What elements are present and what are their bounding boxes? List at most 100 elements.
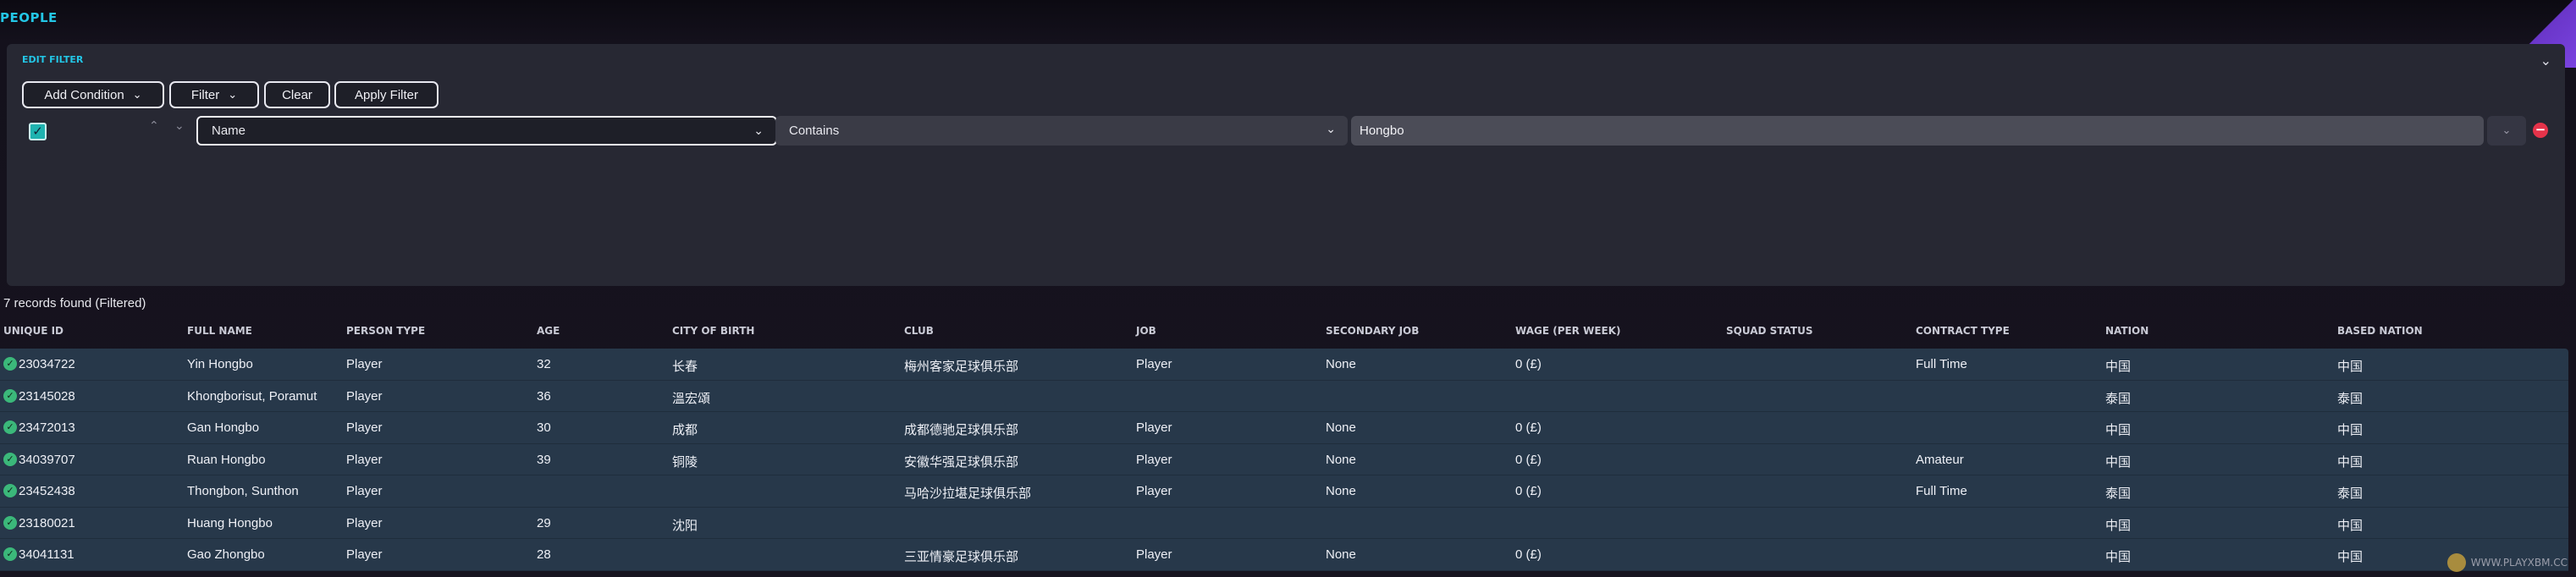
- column-header[interactable]: SQUAD STATUS: [1726, 325, 1812, 337]
- contract-type-cell: Full Time: [1916, 484, 1967, 498]
- clear-label: Clear: [282, 87, 312, 102]
- secondary-job-cell: None: [1326, 484, 1356, 498]
- full-name-cell[interactable]: Ruan Hongbo: [187, 453, 266, 467]
- club-cell[interactable]: 梅州客家足球俱乐部: [904, 357, 1018, 375]
- person-type-cell: Player: [346, 452, 383, 467]
- nation-cell: 中国: [2105, 550, 2132, 564]
- nation-cell: 中国: [2105, 518, 2132, 533]
- chevron-down-icon: ⌄: [132, 88, 142, 101]
- age-cell: 36: [537, 388, 551, 404]
- column-header[interactable]: WAGE (PER WEEK): [1515, 325, 1621, 337]
- club-cell[interactable]: 三亚情豪足球俱乐部: [904, 547, 1018, 565]
- wage-cell: 0 (£): [1515, 452, 1542, 467]
- person-type-cell: Player: [346, 420, 383, 435]
- nation-cell: 泰国: [2105, 391, 2132, 406]
- condition-field-select[interactable]: Name ⌄: [196, 116, 777, 146]
- nation-cell: 泰国: [2105, 486, 2132, 501]
- column-header[interactable]: FULL NAME: [187, 325, 252, 337]
- wage-cell: 0 (£): [1515, 357, 1542, 371]
- filter-panel-title: EDIT FILTER: [22, 54, 84, 65]
- full-name-cell[interactable]: Huang Hongbo: [187, 516, 273, 530]
- page-title: PEOPLE: [0, 10, 58, 25]
- column-header[interactable]: CITY OF BIRTH: [672, 325, 754, 337]
- status-check-icon: ✓: [3, 484, 17, 497]
- club-cell[interactable]: 成都德驰足球俱乐部: [904, 420, 1018, 438]
- table-row[interactable]: ✓ 34039707 Ruan Hongbo Player 39 铜陵 安徽华强足球俱乐部 P…: [0, 443, 2568, 475]
- unique-id-cell: 34041131: [19, 547, 74, 562]
- city-of-birth-cell: 铜陵: [672, 454, 698, 470]
- based-nation-cell: 中国: [2337, 550, 2364, 564]
- table-row[interactable]: ✓ 34041131 Gao Zhongbo Player 28 三亚情豪足球俱乐部 Pla…: [0, 539, 2568, 571]
- person-type-cell: Player: [346, 547, 383, 562]
- nation-cell: 中国: [2105, 423, 2132, 437]
- column-header[interactable]: CONTRACT TYPE: [1916, 325, 2010, 337]
- edit-filter-panel: EDIT FILTER ⌄ Add Condition ⌄ Filter ⌄ C…: [7, 44, 2565, 286]
- unique-id-cell: 23145028: [19, 388, 75, 404]
- based-nation-cell: 中国: [2337, 423, 2364, 437]
- full-name-cell[interactable]: Thongbon, Sunthon: [187, 484, 299, 498]
- age-cell: 28: [537, 547, 551, 562]
- club-cell[interactable]: 马哈沙拉堪足球俱乐部: [904, 484, 1031, 502]
- column-header[interactable]: PERSON TYPE: [346, 325, 425, 337]
- remove-condition-icon[interactable]: −: [2533, 123, 2548, 138]
- table-row[interactable]: ✓ 23145028 Khongborisut, Poramut Player 36 溫宏…: [0, 380, 2568, 412]
- job-cell: Player: [1136, 452, 1172, 467]
- filter-condition-row: ✓ ⌃ ⌄ Name ⌄ Contains ⌄ Hongbo ⌄ −: [7, 113, 2565, 146]
- unique-id-cell: 23034722: [19, 357, 75, 371]
- status-check-icon: ✓: [3, 357, 17, 371]
- condition-operator-value: Contains: [789, 124, 840, 138]
- condition-options-button[interactable]: ⌄: [2487, 116, 2526, 146]
- watermark-text: WWW.PLAYXBM.CC: [2470, 557, 2568, 569]
- people-table: ✓ 23034722 Yin Hongbo Player 32 长春 梅州客家足球俱乐部 Pl…: [0, 349, 2568, 571]
- city-of-birth-cell: 成都: [672, 423, 698, 437]
- column-header[interactable]: NATION: [2105, 325, 2149, 337]
- wage-cell: 0 (£): [1515, 420, 1542, 435]
- records-count: 7 records found (Filtered): [3, 296, 146, 310]
- apply-filter-button[interactable]: Apply Filter: [334, 81, 439, 108]
- column-header[interactable]: CLUB: [904, 325, 934, 337]
- status-check-icon: ✓: [3, 547, 17, 561]
- based-nation-cell: 中国: [2337, 454, 2364, 470]
- move-up-icon[interactable]: ⌃: [149, 119, 159, 133]
- table-row[interactable]: ✓ 23034722 Yin Hongbo Player 32 长春 梅州客家足球俱乐部 Pl…: [0, 349, 2568, 381]
- table-row[interactable]: ✓ 23180021 Huang Hongbo Player 29 沈阳 中国 中国: [0, 507, 2568, 539]
- watermark-logo: [2446, 553, 2466, 572]
- filter-dropdown-button[interactable]: Filter ⌄: [169, 81, 259, 108]
- contract-type-cell: Full Time: [1916, 357, 1967, 371]
- person-type-cell: Player: [346, 484, 383, 498]
- column-header[interactable]: UNIQUE ID: [3, 325, 63, 337]
- chevron-down-icon: ⌄: [1326, 122, 1336, 135]
- chevron-down-icon[interactable]: ⌄: [2540, 52, 2551, 69]
- club-cell[interactable]: 安徽华强足球俱乐部: [904, 453, 1018, 470]
- based-nation-cell: 中国: [2337, 518, 2364, 533]
- unique-id-cell: 23472013: [19, 420, 75, 435]
- condition-value-input[interactable]: Hongbo: [1351, 116, 2484, 146]
- secondary-job-cell: None: [1326, 420, 1356, 435]
- table-row[interactable]: ✓ 23452438 Thongbon, Sunthon Player 马哈沙拉堪足球俱…: [0, 475, 2568, 508]
- column-header[interactable]: JOB: [1136, 325, 1156, 337]
- move-down-icon[interactable]: ⌄: [174, 119, 185, 133]
- watermark: WWW.PLAYXBM.CC: [2446, 553, 2568, 572]
- full-name-cell[interactable]: Gao Zhongbo: [187, 547, 265, 562]
- status-check-icon: ✓: [3, 452, 17, 466]
- add-condition-label: Add Condition: [44, 87, 124, 102]
- age-cell: 30: [537, 420, 551, 435]
- add-condition-button[interactable]: Add Condition ⌄: [22, 81, 164, 108]
- person-type-cell: Player: [346, 388, 383, 404]
- based-nation-cell: 泰国: [2337, 486, 2364, 501]
- age-cell: 32: [537, 357, 551, 371]
- table-row[interactable]: ✓ 23472013 Gan Hongbo Player 30 成都 成都德驰足球俱乐部 Pl…: [0, 412, 2568, 444]
- column-header[interactable]: SECONDARY JOB: [1326, 325, 1419, 337]
- column-header[interactable]: BASED NATION: [2337, 325, 2423, 337]
- condition-enabled-checkbox[interactable]: ✓: [29, 123, 47, 140]
- full-name-cell[interactable]: Yin Hongbo: [187, 357, 253, 371]
- column-header[interactable]: AGE: [537, 325, 560, 337]
- job-cell: Player: [1136, 484, 1172, 498]
- full-name-cell[interactable]: Gan Hongbo: [187, 420, 259, 435]
- person-type-cell: Player: [346, 515, 383, 530]
- full-name-cell[interactable]: Khongborisut, Poramut: [187, 389, 317, 404]
- condition-operator-select[interactable]: Contains ⌄: [775, 116, 1348, 146]
- clear-button[interactable]: Clear: [264, 81, 330, 108]
- job-cell: Player: [1136, 420, 1172, 435]
- unique-id-cell: 23452438: [19, 484, 75, 498]
